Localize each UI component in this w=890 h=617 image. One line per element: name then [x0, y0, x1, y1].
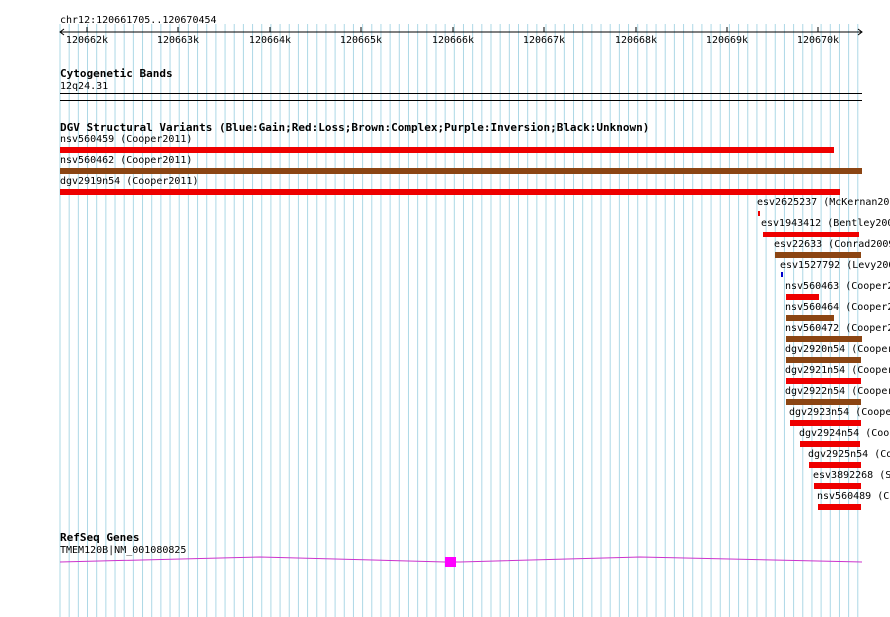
dgv-feature-bar[interactable] — [786, 294, 819, 300]
dgv-feature-label[interactable]: esv22633 (Conrad2009 — [774, 239, 890, 250]
dgv-feature-label[interactable]: nsv560464 (Cooper2 — [785, 302, 890, 313]
dgv-feature-label[interactable]: nsv560463 (Cooper2 — [785, 281, 890, 292]
cytoband-line-top — [60, 93, 862, 94]
dgv-feature-bar[interactable] — [818, 504, 861, 510]
dgv-feature-label[interactable]: dgv2922n54 (Cooper — [785, 386, 890, 397]
ruler-tick-label: 120662k — [65, 35, 109, 46]
dgv-feature-bar[interactable] — [786, 315, 834, 321]
dgv-feature-bar[interactable] — [60, 189, 840, 195]
ruler-tick-label: 120669k — [705, 35, 749, 46]
dgv-feature-label[interactable]: esv3892268 (S — [813, 470, 890, 481]
dgv-feature-label[interactable]: nsv560489 (C — [817, 491, 889, 502]
dgv-feature-bar[interactable] — [800, 441, 860, 447]
dgv-feature-label[interactable]: nsv560472 (Cooper2 — [785, 323, 890, 334]
refseq-gene-model[interactable] — [0, 550, 890, 570]
refseq-track-title: RefSeq Genes — [60, 531, 140, 544]
dgv-feature-bar[interactable] — [786, 378, 861, 384]
dgv-feature-label[interactable]: esv1527792 (Levy200 — [780, 260, 890, 271]
dgv-feature-bar[interactable] — [809, 462, 861, 468]
dgv-feature-label[interactable]: esv2625237 (McKernan20 — [757, 197, 889, 208]
dgv-feature-bar[interactable] — [775, 252, 861, 258]
dgv-feature-tick — [763, 234, 765, 236]
dgv-track-title: DGV Structural Variants (Blue:Gain;Red:L… — [60, 121, 650, 134]
dgv-feature-bar[interactable] — [786, 357, 861, 363]
dgv-feature-bar[interactable] — [786, 399, 861, 405]
ruler-tick-label: 120665k — [339, 35, 383, 46]
dgv-feature-bar[interactable] — [60, 168, 862, 174]
dgv-feature-bar[interactable] — [60, 147, 834, 153]
ruler-tick-label: 120663k — [156, 35, 200, 46]
ruler-tick-label: 120666k — [431, 35, 475, 46]
dgv-feature-bar[interactable] — [781, 272, 783, 277]
dgv-feature-label[interactable]: nsv560462 (Cooper2011) — [60, 155, 192, 166]
dgv-feature-bar[interactable] — [786, 336, 862, 342]
dgv-feature-bar[interactable] — [763, 232, 859, 237]
dgv-feature-label[interactable]: dgv2920n54 (Cooper — [785, 344, 890, 355]
dgv-feature-label[interactable]: dgv2921n54 (Cooper — [785, 365, 890, 376]
dgv-feature-bar[interactable] — [790, 420, 861, 426]
dgv-feature-label[interactable]: dgv2925n54 (Co — [808, 449, 890, 460]
ruler-tick-label: 120664k — [248, 35, 292, 46]
cytoband-line-bottom — [60, 100, 862, 101]
dgv-feature-label[interactable]: dgv2919n54 (Cooper2011) — [60, 176, 198, 187]
dgv-feature-bar[interactable] — [814, 483, 861, 489]
dgv-feature-label[interactable]: dgv2924n54 (Coo — [799, 428, 889, 439]
cytoband-track-title: Cytogenetic Bands — [60, 67, 173, 80]
dgv-feature-label[interactable]: nsv560459 (Cooper2011) — [60, 134, 192, 145]
ruler-tick-label: 120668k — [614, 35, 658, 46]
ruler-tick-label: 120667k — [522, 35, 566, 46]
dgv-feature-label[interactable]: dgv2923n54 (Coope — [789, 407, 890, 418]
dgv-feature-tick — [758, 213, 760, 215]
dgv-feature-label[interactable]: esv1943412 (Bentley200 — [761, 218, 890, 229]
ruler-tick-label: 120670k — [796, 35, 840, 46]
cytoband-label: 12q24.31 — [60, 81, 109, 92]
